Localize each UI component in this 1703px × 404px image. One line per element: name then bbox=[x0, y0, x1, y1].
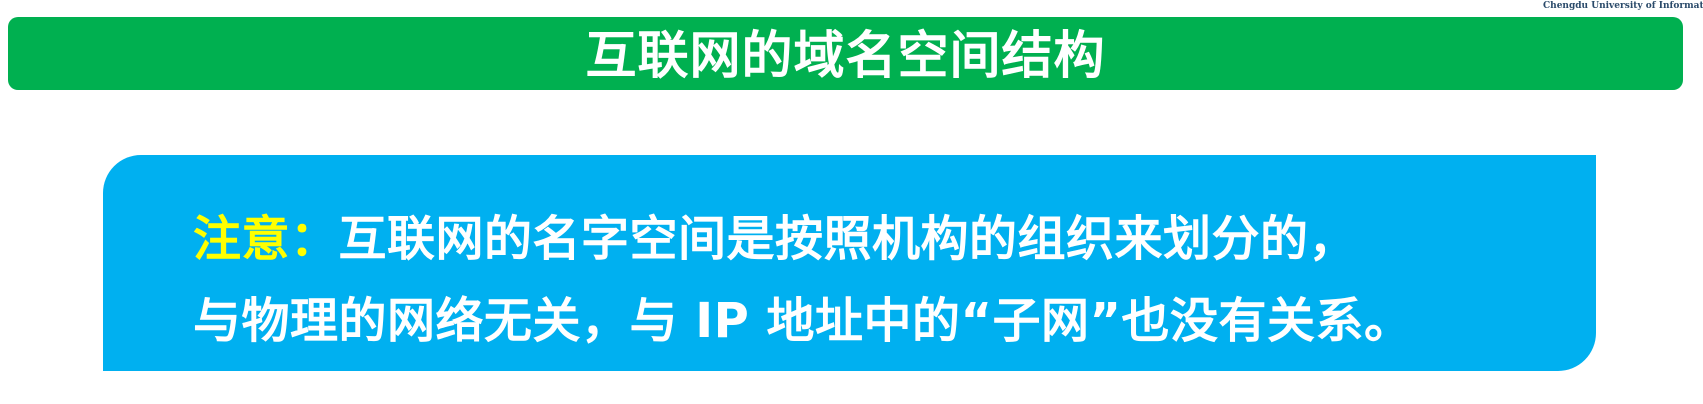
title-bar: 互联网的域名空间结构 bbox=[8, 17, 1683, 90]
note-text-2: 与物理的网络无关，与 IP 地址中的“子网”也没有关系。 bbox=[193, 293, 1413, 349]
note-text-1: 互联网的名字空间是按照机构的组织来划分的， bbox=[338, 211, 1358, 267]
note-line-2: 与物理的网络无关，与 IP 地址中的“子网”也没有关系。 bbox=[193, 281, 1413, 351]
note-label: 注意： bbox=[193, 211, 339, 267]
note-line-1: 注意：互联网的名字空间是按照机构的组织来划分的， bbox=[193, 199, 1357, 269]
slide-title: 互联网的域名空间结构 bbox=[585, 26, 1106, 86]
university-watermark: Chengdu University of Information Tec bbox=[1543, 1, 1703, 11]
note-box: 注意：互联网的名字空间是按照机构的组织来划分的， 与物理的网络无关，与 IP 地… bbox=[103, 155, 1596, 371]
